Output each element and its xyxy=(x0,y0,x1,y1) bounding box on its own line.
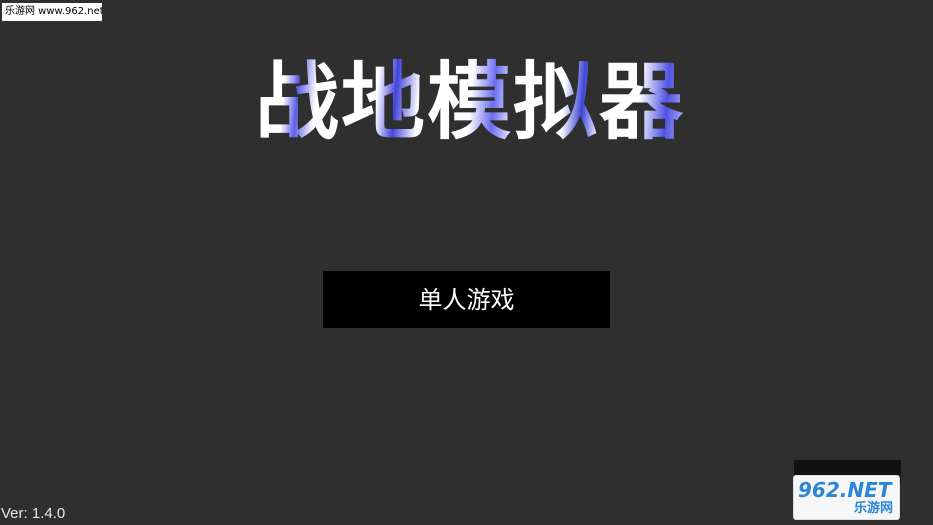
watermark-top-left: 乐游网 www.962.net xyxy=(2,3,102,21)
watermark-bottom-right: 962.NET 乐游网 xyxy=(793,475,900,520)
single-player-button[interactable]: 单人游戏 xyxy=(323,271,610,328)
watermark-name: 乐游网 xyxy=(853,501,893,516)
version-label: Ver: 1.4.0 xyxy=(1,505,66,522)
watermark-brand: 962.NET xyxy=(798,478,892,502)
game-title: 战地模拟器 xyxy=(240,52,700,152)
game-main-menu: 乐游网 www.962.net 战地模拟器 单人游戏 Ver: 1.4.0 96… xyxy=(0,0,933,525)
